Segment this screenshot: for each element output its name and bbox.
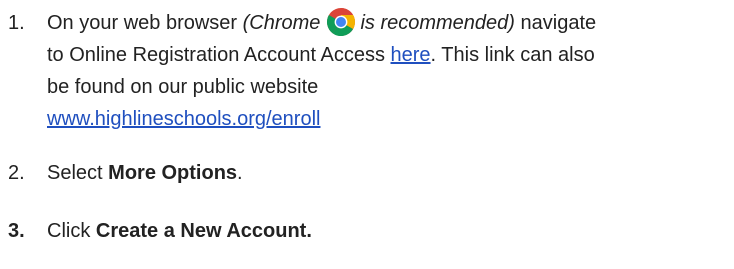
step-1-line2-tail: . This link can also: [430, 44, 595, 66]
step-3-text: Click Create a New Account.: [47, 215, 727, 247]
more-options-label: More Options: [108, 162, 238, 184]
step-3-line: Click Create a New Account.: [47, 215, 727, 247]
step-2-text: Select More Options.: [47, 157, 727, 189]
step-number: 3.: [8, 220, 25, 242]
step-1-text: On your web browser (Chrome is recommend…: [47, 7, 727, 135]
step-1-after-note: navigate: [514, 12, 597, 34]
step-1-line-1: On your web browser (Chrome is recommend…: [47, 7, 727, 39]
step-2-line: Select More Options.: [47, 157, 727, 189]
browser-note-suffix: is recommended): [360, 12, 515, 34]
chrome-icon: [326, 7, 356, 37]
step-number: 1.: [8, 12, 25, 34]
instructions-page: 1. On your web browser (Chrome is recomm…: [0, 0, 734, 269]
website-link[interactable]: www.highlineschools.org/enroll: [47, 108, 320, 130]
step-2-prefix: Select: [47, 162, 109, 184]
step-1-line-2: to Online Registration Account Access he…: [47, 39, 727, 71]
step-1-line-3: be found on our public website: [47, 76, 319, 98]
here-link[interactable]: here: [391, 44, 431, 66]
step-1-line2-text: to Online Registration Account Access: [47, 44, 391, 66]
step-1-lead: On your web browser: [47, 12, 243, 34]
create-account-label: Create a New Account.: [95, 220, 312, 242]
step-2-suffix: .: [237, 162, 243, 184]
browser-note-prefix: (Chrome: [242, 12, 321, 34]
step-number: 2.: [8, 162, 25, 184]
step-3-prefix: Click: [47, 220, 96, 242]
step-1-line-4: www.highlineschools.org/enroll: [47, 103, 727, 135]
